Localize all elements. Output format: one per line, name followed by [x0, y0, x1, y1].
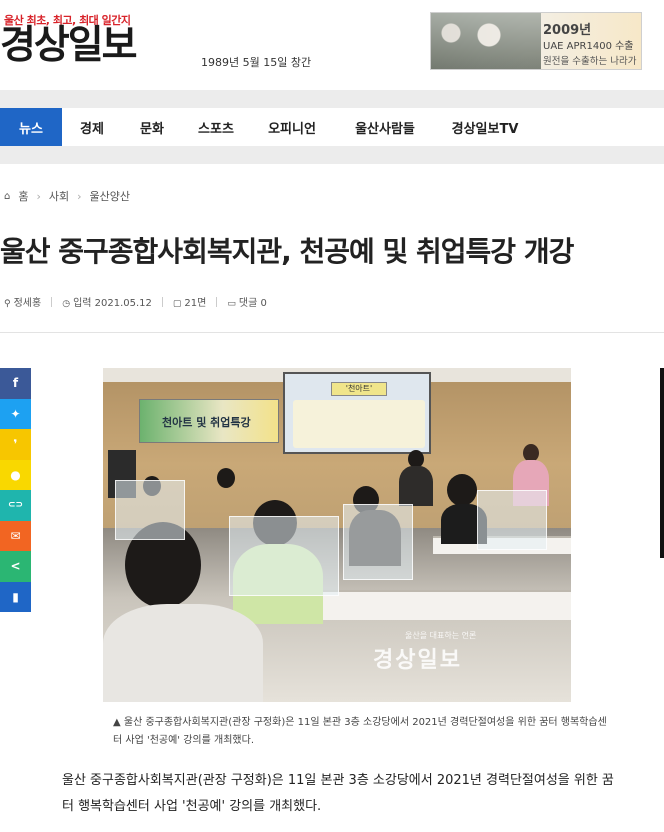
- nav-divider: [0, 146, 664, 164]
- twitter-share-button[interactable]: ✦: [0, 398, 31, 429]
- more-share-button[interactable]: <: [0, 551, 31, 582]
- nav-item-people[interactable]: 울산사람들: [334, 108, 436, 146]
- twitter-icon: ✦: [10, 406, 21, 421]
- breadcrumb-home[interactable]: 홈: [18, 188, 28, 204]
- kakaotalk-icon: ●: [10, 467, 21, 482]
- article-meta: ⚲ 정세홍 ◷ 입력 2021.05.12 ▢ 21면 ▭ 댓글 0: [4, 294, 267, 309]
- home-icon[interactable]: ⌂: [4, 191, 10, 202]
- publish-date: ◷ 입력 2021.05.12: [62, 294, 152, 309]
- facebook-icon: f: [12, 376, 19, 391]
- meta-divider: [161, 296, 163, 307]
- chevron-right-icon: ›: [36, 189, 41, 203]
- ad-headline: 2009년: [543, 23, 592, 38]
- print-page-text: 21면: [184, 298, 207, 309]
- breadcrumb-subsection[interactable]: 울산양산: [90, 188, 130, 204]
- meta-divider: [51, 296, 53, 307]
- kakaostory-share-button[interactable]: ❜: [0, 429, 31, 460]
- comment-icon: ▭: [227, 299, 236, 309]
- photo-partition: [477, 490, 547, 550]
- facebook-share-button[interactable]: f: [0, 368, 31, 399]
- photo-partition: [343, 504, 413, 580]
- photo-person: [399, 466, 433, 506]
- comment-count[interactable]: ▭ 댓글 0: [227, 294, 266, 309]
- ad-subline: UAE APR1400 수출: [543, 41, 634, 52]
- meta-divider-line: [0, 332, 664, 333]
- page-icon: ▢: [172, 299, 182, 309]
- breadcrumb-section[interactable]: 사회: [49, 188, 69, 204]
- photo-caption: ▲ 울산 중구종합사회복지관(관장 구정화)은 11일 본관 3층 소강당에서 …: [113, 717, 607, 746]
- nav-item-sports[interactable]: 스포츠: [182, 108, 250, 146]
- nav-item-economy[interactable]: 경제: [62, 108, 122, 146]
- email-share-button[interactable]: ✉: [0, 520, 31, 551]
- comment-count-text[interactable]: 댓글 0: [239, 298, 267, 309]
- article-title: 울산 중구종합사회복지관, 천공예 및 취업특강 개강: [0, 235, 574, 268]
- share-icon: <: [10, 559, 21, 574]
- nav-item-tv[interactable]: 경상일보TV: [436, 108, 534, 146]
- breadcrumb: ⌂ 홈 › 사회 › 울산양산: [4, 188, 130, 204]
- main-nav: 뉴스 경제 문화 스포츠 오피니언 울산사람들 경상일보TV: [0, 108, 664, 146]
- bookmark-button[interactable]: ▮: [0, 581, 31, 612]
- ad-image: [431, 13, 541, 69]
- copy-link-button[interactable]: ⊂⊃: [0, 490, 31, 521]
- nav-item-news[interactable]: 뉴스: [0, 108, 62, 146]
- email-icon: ✉: [10, 528, 21, 543]
- clock-icon: ◷: [62, 299, 71, 309]
- photo-partition: [115, 480, 185, 540]
- link-icon: ⊂⊃: [7, 500, 24, 511]
- chevron-right-icon: ›: [77, 189, 82, 203]
- right-edge-bar: [660, 368, 664, 558]
- kakaostory-icon: ❜: [13, 437, 18, 452]
- author-name: 정세홍: [13, 298, 42, 309]
- photo-banner: 천아트 및 취업특강: [139, 399, 279, 443]
- publish-date-text: 입력 2021.05.12: [73, 298, 152, 309]
- founded-date: 1989년 5월 15일 창간: [201, 56, 312, 69]
- photo-screen-content: [293, 400, 425, 448]
- kakaotalk-share-button[interactable]: ●: [0, 459, 31, 490]
- ad-banner[interactable]: 2009년 UAE APR1400 수출 원전을 수출하는 나라가 됐다!: [430, 12, 642, 70]
- ad-tagline: 원전을 수출하는 나라가 됐다!: [543, 56, 637, 67]
- photo-partition: [229, 516, 339, 596]
- nav-item-opinion[interactable]: 오피니언: [250, 108, 334, 146]
- article-body: 울산 중구종합사회복지관(관장 구정화)은 11일 본관 3층 소강당에서 20…: [62, 773, 614, 814]
- site-header: 울산 최초, 최고, 최대 일간지 경상일보 1989년 5월 15일 창간 2…: [0, 0, 664, 90]
- site-logo[interactable]: 경상일보: [0, 26, 138, 65]
- user-icon: ⚲: [4, 299, 11, 309]
- photo-watermark: 경상일보: [373, 648, 462, 673]
- photo-person: [217, 468, 235, 488]
- photo-screen-tag: '천아트': [331, 382, 387, 396]
- photo-person: [103, 604, 263, 702]
- article-photo[interactable]: 천아트 및 취업특강 '천아트' 울산을 대표하는 언론 경상일보: [103, 368, 571, 702]
- meta-divider: [216, 296, 218, 307]
- nav-item-culture[interactable]: 문화: [122, 108, 182, 146]
- share-bar: f ✦ ❜ ● ⊂⊃ ✉ < ▮: [0, 368, 31, 612]
- photo-banner-text: 천아트 및 취업특강: [162, 416, 251, 429]
- photo-person: [447, 474, 477, 506]
- bookmark-icon: ▮: [12, 589, 19, 604]
- photo-desk: [323, 590, 571, 620]
- header-divider: [0, 90, 664, 108]
- print-page: ▢ 21면: [173, 294, 206, 309]
- photo-watermark-sub: 울산을 대표하는 언론: [405, 631, 477, 640]
- photo-screen: '천아트': [283, 372, 431, 454]
- author-byline: ⚲ 정세홍: [4, 294, 41, 309]
